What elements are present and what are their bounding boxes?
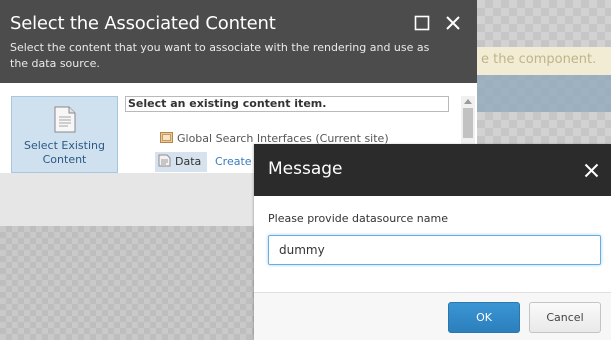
scrollbar-thumb[interactable] (463, 108, 473, 138)
data-folder-icon (158, 154, 171, 167)
datasource-prompt-label: Please provide datasource name (268, 212, 448, 225)
dialog-title: Select the Associated Content (10, 13, 276, 34)
panel-heading: Select an existing content item. (125, 96, 449, 112)
background-highlight (477, 75, 611, 112)
close-icon[interactable] (584, 163, 599, 178)
scroll-up-arrow-icon[interactable] (464, 99, 472, 104)
tree-item-global-search[interactable]: Global Search Interfaces (Current site) (160, 131, 389, 145)
message-header: Message (254, 144, 611, 196)
message-dialog: Message Please provide datasource name O… (254, 144, 611, 340)
select-existing-content-tile[interactable]: Select Existing Content (11, 96, 118, 173)
close-icon[interactable] (445, 15, 461, 31)
message-title: Message (268, 159, 343, 179)
tile-label: Select Existing Content (23, 139, 105, 166)
create-link[interactable]: Create (215, 155, 252, 168)
tree-item-label: Data (175, 155, 202, 168)
background-strip-text: e the component. (481, 52, 597, 67)
maximize-icon[interactable] (414, 15, 430, 31)
document-icon (54, 106, 76, 133)
ok-button[interactable]: OK (448, 302, 520, 333)
background-overlay (0, 226, 254, 340)
cancel-button[interactable]: Cancel (529, 302, 601, 333)
folder-icon (160, 132, 173, 143)
dialog-subtitle: Select the content that you want to asso… (10, 41, 430, 70)
tree-item-data[interactable]: Data (155, 152, 207, 172)
datasource-name-input[interactable] (268, 235, 601, 265)
dialog-header: Select the Associated Content Select the… (0, 0, 477, 83)
